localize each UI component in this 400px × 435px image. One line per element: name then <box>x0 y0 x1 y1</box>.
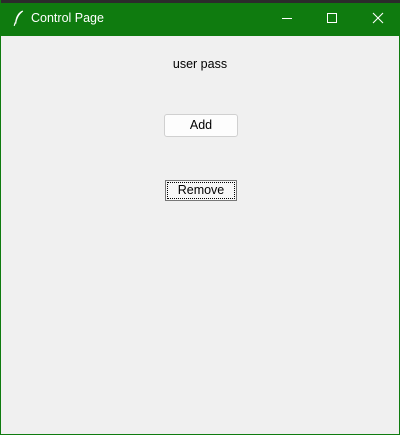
content-area: user pass Add Remove <box>1 36 399 434</box>
feather-icon <box>11 9 27 27</box>
close-icon <box>372 12 384 24</box>
user-pass-label: user pass <box>172 57 228 71</box>
close-button[interactable] <box>355 3 400 36</box>
minimize-button[interactable] <box>264 3 310 36</box>
maximize-icon <box>327 13 337 23</box>
maximize-button[interactable] <box>309 3 355 36</box>
title-bar[interactable]: Control Page <box>1 0 400 36</box>
window-title: Control Page <box>31 11 104 25</box>
remove-button[interactable]: Remove <box>165 180 237 201</box>
minimize-icon <box>282 18 292 19</box>
add-button[interactable]: Add <box>164 114 238 137</box>
app-window: Control Page user pass Add Remove <box>0 0 400 435</box>
